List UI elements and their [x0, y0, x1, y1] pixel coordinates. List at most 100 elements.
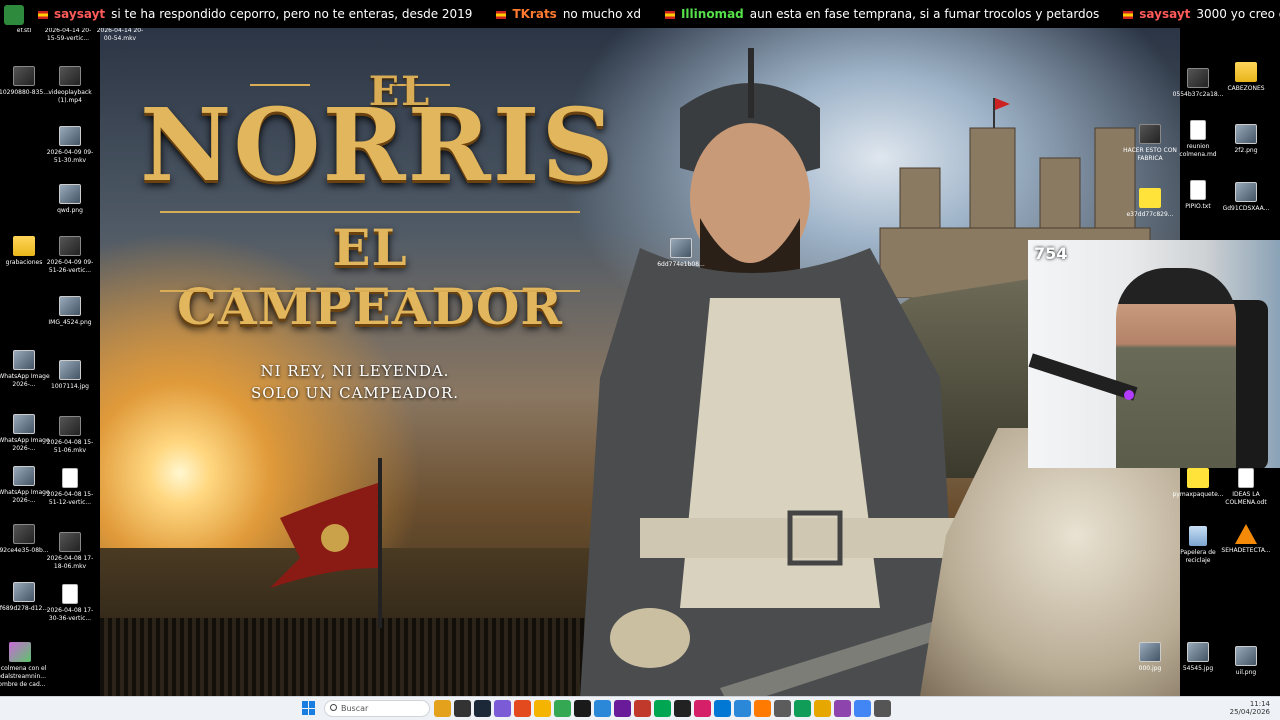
app-icon: [9, 642, 31, 662]
desktop-icon-label: 000.jpg: [1138, 665, 1162, 672]
clock[interactable]: 11:14 25/04/2026: [1230, 700, 1270, 716]
image-file-icon: [59, 296, 81, 316]
desktop-icon[interactable]: la colmena con el sodalstreamnin... nomb…: [0, 642, 48, 689]
desktop-icon[interactable]: 6dd774e1b08...: [653, 238, 709, 269]
desktop-icon[interactable]: 2026-04-08 15-51-06.mkv: [42, 416, 98, 455]
taskbar-app-icon[interactable]: [514, 700, 531, 717]
taskbar-app-icon[interactable]: [694, 700, 711, 717]
image-file-icon: [1235, 646, 1257, 666]
desktop-icon[interactable]: 2026-04-08 17-30-36-vertic...: [42, 584, 98, 623]
video-file-icon: [59, 532, 81, 552]
desktop-icon[interactable]: videoplayback (1).mp4: [42, 66, 98, 105]
taskbar-app-icon[interactable]: [854, 700, 871, 717]
chat-username: saysayt: [54, 7, 106, 21]
windows-logo-icon: [302, 708, 308, 715]
taskbar-app-icon[interactable]: [614, 700, 631, 717]
banner-flag: [270, 458, 382, 628]
taskbar-apps: [434, 700, 891, 718]
taskbar-app-icon[interactable]: [554, 700, 571, 717]
windows-logo-icon: [309, 701, 315, 708]
video-file-icon: [59, 66, 81, 86]
desktop-icon[interactable]: 1007114.jpg: [42, 360, 98, 391]
chat-username: Illinomad: [680, 7, 744, 21]
desktop-icon-label: 54545.jpg: [1182, 665, 1214, 672]
chat-message: aun esta en fase temprana, si a fumar tr…: [749, 7, 1100, 21]
video-file-icon: [1139, 124, 1161, 144]
desktop-icon[interactable]: 2026-04-09 09-51-26-vertic...: [42, 236, 98, 275]
document-icon: [1190, 180, 1206, 200]
image-file-icon: [59, 126, 81, 146]
desktop-icon-label: 2026-04-09 09-51-26-vertic...: [46, 259, 94, 274]
desktop-icon[interactable]: 2026-04-09 09-51-30.mkv: [42, 126, 98, 165]
streamer: [1116, 268, 1236, 468]
folder-icon: [1235, 62, 1257, 82]
clock-date: 25/04/2026: [1229, 708, 1270, 716]
desktop-icon-label: 2026-04-09 09-51-30.mkv: [46, 149, 94, 164]
desktop-icon-label: 2026-04-08 17-18-06.mkv: [46, 555, 94, 570]
desktop-icon[interactable]: Gd91CDSXAA...: [1218, 182, 1274, 213]
taskbar-app-icon[interactable]: [674, 700, 691, 717]
taskbar-app-icon[interactable]: [654, 700, 671, 717]
flag-icon: [496, 10, 507, 19]
desktop-icon-label: uil.png: [1235, 669, 1257, 676]
desktop-icon[interactable]: IDEAS LA COLMENA.odt: [1218, 468, 1274, 507]
desktop-icon[interactable]: qwd.png: [42, 184, 98, 215]
document-icon: [62, 584, 78, 604]
desktop-icon-label: qwd.png: [57, 207, 83, 214]
document-icon: [1238, 468, 1254, 488]
desktop-icon-label: 1007114.jpg: [51, 383, 89, 390]
image-file-icon: [59, 184, 81, 204]
taskbar-app-icon[interactable]: [534, 700, 551, 717]
mic-led: [1124, 390, 1134, 400]
desktop-icon-label: videoplayback (1).mp4: [48, 89, 92, 104]
video-file-icon: [59, 236, 81, 256]
desktop-icon-label: IDEAS LA COLMENA.odt: [1225, 491, 1267, 506]
desktop-icon-label: 2026-04-08 15-51-12-vertic...: [46, 491, 94, 506]
taskbar-app-icon[interactable]: [494, 700, 511, 717]
taskbar-app-icon[interactable]: [734, 700, 751, 717]
desktop-icon-label: reunion colmena.md: [1179, 143, 1217, 158]
desktop-icon[interactable]: 2f2.png: [1218, 124, 1274, 155]
desktop-icon[interactable]: uil.png: [1218, 646, 1274, 677]
desktop-icon-label: HACER ESTO CON FABRICA: [1123, 147, 1177, 162]
desktop-screen: saysayt si te ha respondido ceporro, pero…: [0, 0, 1280, 720]
taskbar-app-icon[interactable]: [594, 700, 611, 717]
image-file-icon: [59, 360, 81, 380]
taskbar-search[interactable]: Buscar: [324, 700, 430, 717]
desktop-icon-label: 0554b37c2a18...: [1172, 91, 1224, 98]
ornament-line: [160, 290, 580, 292]
taskbar-app-icon[interactable]: [874, 700, 891, 717]
desktop-icon[interactable]: 2026-04-08 15-51-12-vertic...: [42, 468, 98, 507]
image-file-icon: [13, 582, 35, 602]
image-file-icon: [670, 238, 692, 258]
taskbar-app-icon[interactable]: [774, 700, 791, 717]
video-file-icon: [1187, 68, 1209, 88]
desktop-icon[interactable]: 2026-04-08 17-18-06.mkv: [42, 532, 98, 571]
desktop-icon-label: grabaciones: [5, 259, 43, 266]
taskbar-app-icon[interactable]: [834, 700, 851, 717]
desktop-icon-label: pymaxpaquete...: [1172, 491, 1224, 498]
desktop-icon-label: CABEZONES: [1227, 85, 1265, 92]
vlc-icon: [1235, 524, 1257, 544]
taskbar-app-icon[interactable]: [574, 700, 591, 717]
taskbar-app-icon[interactable]: [634, 700, 651, 717]
image-file-icon: [13, 466, 35, 486]
chat-username: saysayt: [1139, 7, 1191, 21]
taskbar-app-icon[interactable]: [714, 700, 731, 717]
image-file-icon: [1139, 642, 1161, 662]
desktop-icon[interactable]: CABEZONES: [1218, 62, 1274, 93]
desktop-icon-label: 6dd774e1b08...: [657, 261, 705, 268]
taskbar-app-icon[interactable]: [434, 700, 451, 717]
start-button[interactable]: [302, 701, 316, 715]
taskbar-app-icon[interactable]: [814, 700, 831, 717]
desktop-icon[interactable]: IMG_4524.png: [42, 296, 98, 327]
desktop-icon[interactable]: SEHADETECTA...: [1218, 524, 1274, 555]
flag-icon: [1123, 10, 1134, 19]
taskbar-app-icon[interactable]: [474, 700, 491, 717]
taskbar-app-icon[interactable]: [794, 700, 811, 717]
video-file-icon: [13, 66, 35, 86]
taskbar-app-icon[interactable]: [454, 700, 471, 717]
ornament-line: [160, 211, 580, 213]
taskbar-app-icon[interactable]: [754, 700, 771, 717]
chat-message: no mucho xd: [562, 7, 641, 21]
